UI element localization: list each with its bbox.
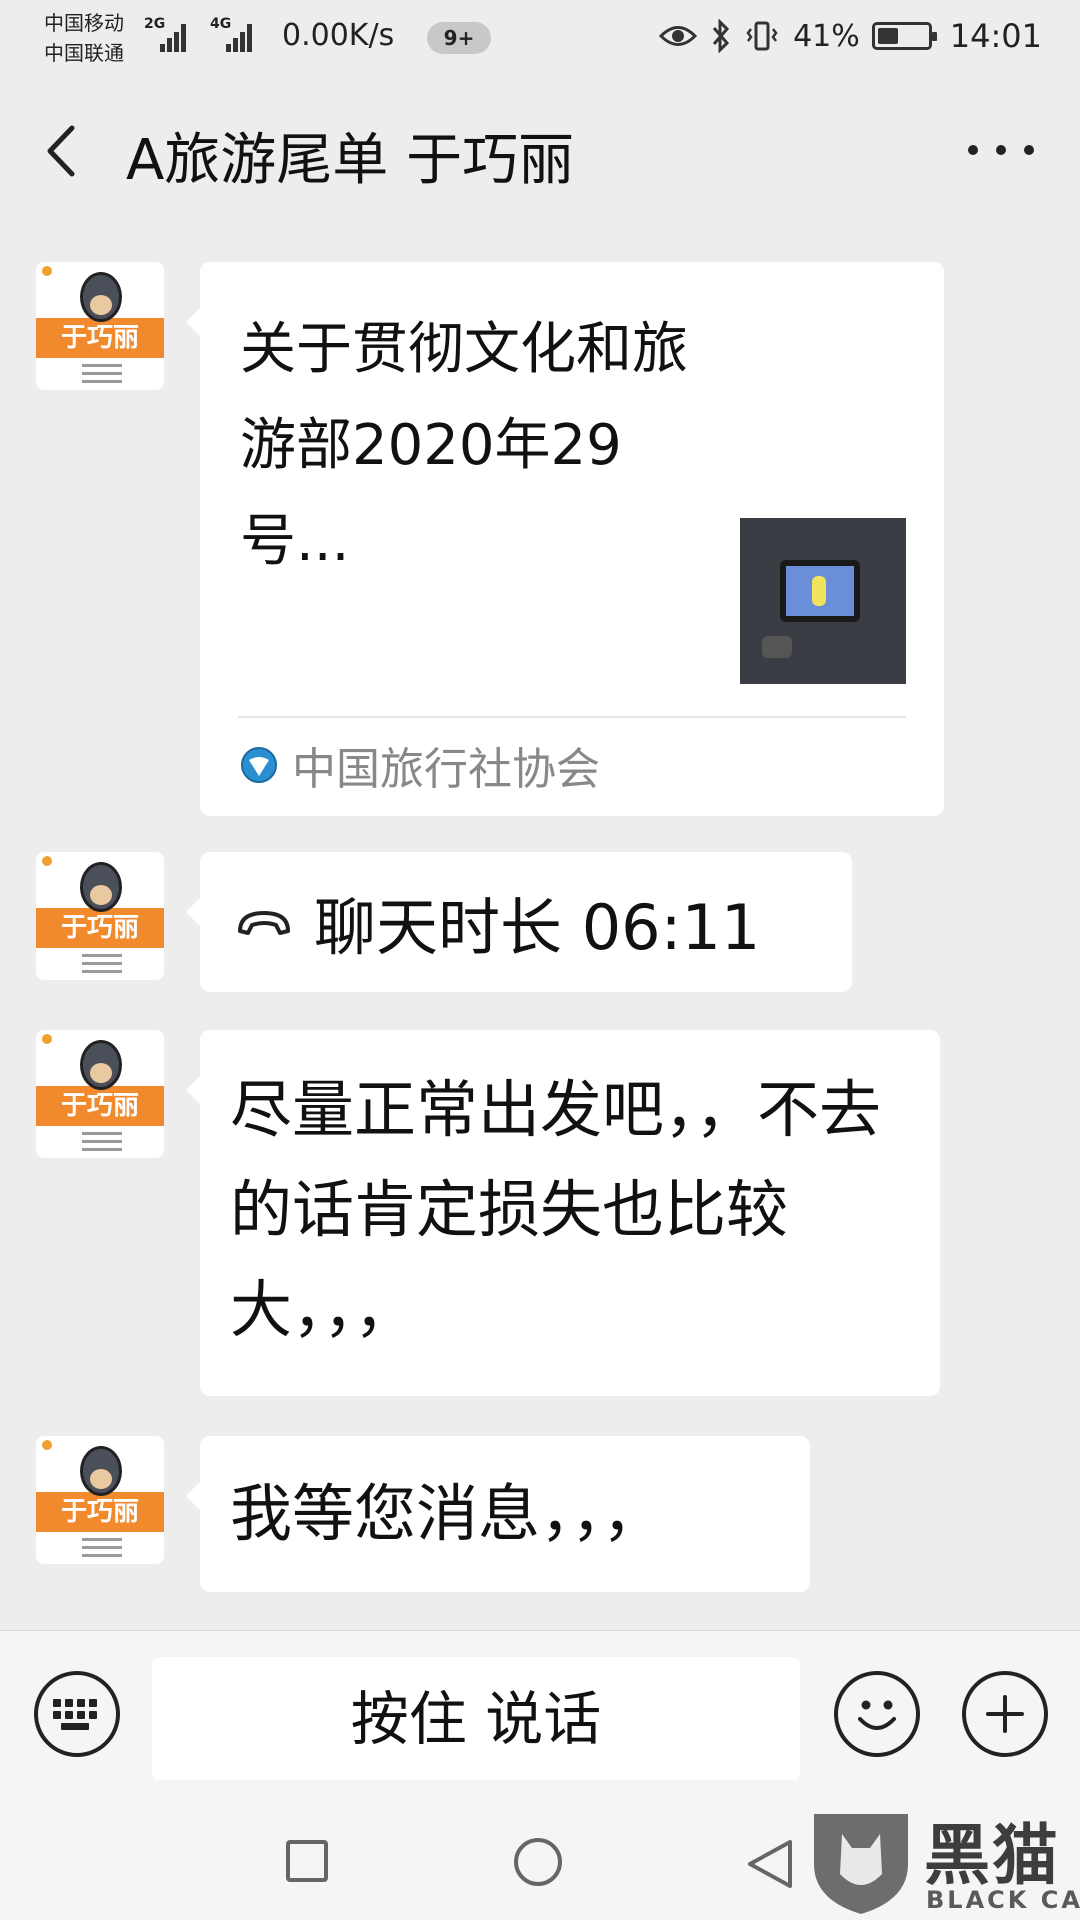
chevron-left-icon bbox=[47, 125, 75, 177]
phone-hangup-icon bbox=[238, 911, 290, 935]
more-options-button[interactable] bbox=[968, 130, 1034, 170]
avatar-name: 于巧丽 bbox=[60, 913, 139, 943]
notification-badge: 9+ bbox=[427, 22, 491, 54]
more-dot-icon bbox=[996, 145, 1006, 155]
watermark-en: BLACK CAT bbox=[926, 1886, 1080, 1914]
more-actions-button[interactable] bbox=[962, 1671, 1048, 1757]
keyboard-icon bbox=[53, 1699, 97, 1730]
avatar-face bbox=[80, 1446, 122, 1496]
link-card-message[interactable]: 关于贯彻文化和旅游部2020年29号... 中国旅行社协会 bbox=[186, 262, 944, 816]
eye-icon bbox=[659, 23, 698, 49]
carrier-1: 中国移动 bbox=[44, 11, 124, 35]
chat-title: A旅游尾单 于巧丽 bbox=[126, 128, 575, 193]
black-cat-watermark: 黑猫 BLACK CAT bbox=[806, 1802, 1080, 1920]
signal-sim2-icon: 4G bbox=[210, 16, 266, 52]
message-text: 我等您消息，，， bbox=[230, 1477, 665, 1550]
more-dot-icon bbox=[968, 145, 978, 155]
network-speed: 0.00K/s bbox=[282, 18, 395, 53]
triangle-back-icon bbox=[748, 1840, 792, 1888]
emoji-button[interactable] bbox=[834, 1671, 920, 1757]
divider bbox=[238, 716, 906, 718]
message-text: 尽量正常出发吧，，不去的话肯定损失也比较大，，， bbox=[230, 1073, 882, 1346]
avatar-name: 于巧丽 bbox=[60, 1091, 139, 1121]
status-bar: 中国移动 中国联通 2G 4G 0.00K/s 9+ 41% 14:01 bbox=[0, 0, 1080, 80]
plus-icon bbox=[986, 1695, 1024, 1733]
emoji-icon bbox=[858, 1700, 896, 1730]
back-button[interactable] bbox=[38, 116, 88, 186]
avatar-name: 于巧丽 bbox=[60, 1497, 139, 1527]
source-logo-icon bbox=[241, 747, 277, 783]
avatar-face bbox=[80, 1040, 122, 1090]
signal-sim1-icon: 2G bbox=[144, 16, 192, 52]
clock: 14:01 bbox=[949, 17, 1042, 55]
bluetooth-icon bbox=[711, 19, 731, 53]
more-dot-icon bbox=[1024, 145, 1034, 155]
carrier-2: 中国联通 bbox=[44, 41, 124, 65]
avatar-face bbox=[80, 272, 122, 322]
avatar[interactable]: 于巧丽 bbox=[36, 852, 164, 980]
avatar-brand-logo bbox=[42, 266, 82, 276]
keyboard-toggle-button[interactable] bbox=[34, 1671, 120, 1757]
link-card-source-name: 中国旅行社协会 bbox=[292, 744, 600, 795]
text-message[interactable]: 我等您消息，，， bbox=[186, 1436, 810, 1592]
vibrate-icon bbox=[745, 19, 779, 53]
black-cat-logo-icon bbox=[814, 1814, 908, 1914]
carrier-names: 中国移动 中国联通 bbox=[44, 8, 124, 68]
avatar-face bbox=[80, 862, 122, 912]
text-message[interactable]: 尽量正常出发吧，，不去的话肯定损失也比较大，，， bbox=[186, 1030, 940, 1396]
call-duration-text: 聊天时长 06:11 bbox=[314, 891, 761, 964]
avatar-name: 于巧丽 bbox=[60, 323, 139, 353]
avatar-brand-logo bbox=[42, 856, 82, 866]
system-back-button[interactable] bbox=[744, 1836, 796, 1892]
battery-percent: 41% bbox=[793, 18, 860, 54]
link-card-source: 中国旅行社协会 bbox=[240, 738, 600, 795]
call-record-message[interactable]: 聊天时长 06:11 bbox=[186, 852, 852, 992]
home-button[interactable] bbox=[514, 1838, 562, 1886]
avatar[interactable]: 于巧丽 bbox=[36, 1436, 164, 1564]
link-card-title: 关于贯彻文化和旅游部2020年29号... bbox=[240, 317, 688, 574]
watermark-cn: 黑猫 bbox=[924, 1817, 1060, 1894]
recent-apps-button[interactable] bbox=[286, 1840, 328, 1882]
battery-icon bbox=[871, 22, 937, 50]
avatar-brand-logo bbox=[42, 1034, 82, 1044]
link-card-thumbnail bbox=[740, 518, 906, 684]
avatar[interactable]: 于巧丽 bbox=[36, 1030, 164, 1158]
chat-input-bar: 按住 说话 bbox=[0, 1630, 1080, 1781]
hold-to-talk-button[interactable]: 按住 说话 bbox=[152, 1657, 800, 1781]
chat-header: A旅游尾单 于巧丽 bbox=[0, 80, 1080, 220]
avatar[interactable]: 于巧丽 bbox=[36, 262, 164, 390]
avatar-brand-logo bbox=[42, 1440, 82, 1450]
